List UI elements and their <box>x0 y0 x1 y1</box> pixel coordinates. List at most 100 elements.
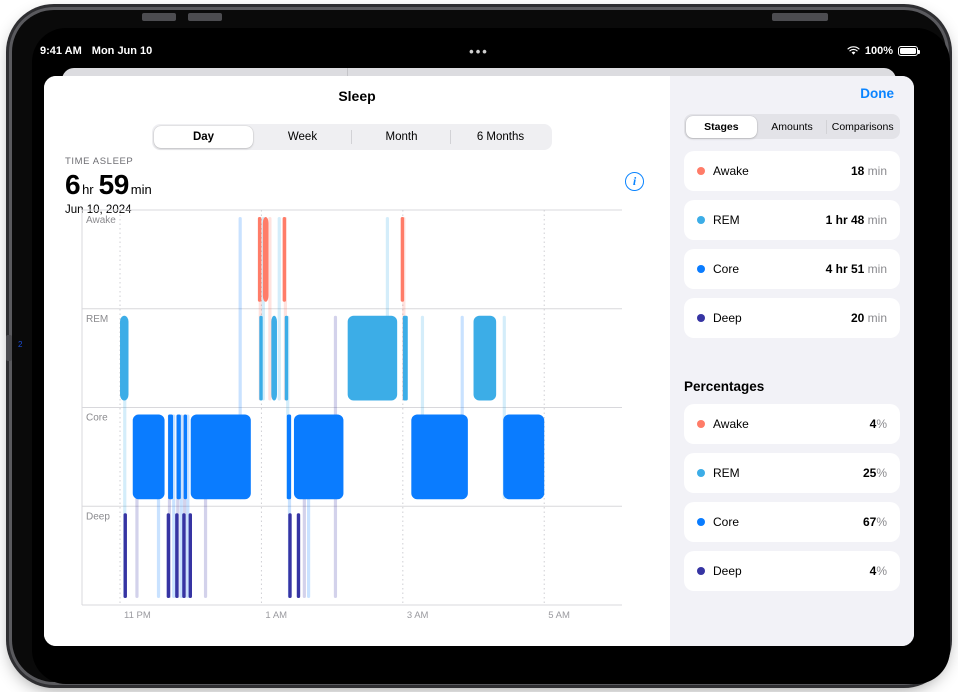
stage-card-label: REM <box>713 213 740 227</box>
view-segmented-control[interactable]: Stages Amounts Comparisons <box>684 114 900 139</box>
svg-text:5 AM: 5 AM <box>548 610 570 621</box>
sleep-segment-core <box>286 414 292 500</box>
sleep-segment-awake <box>282 217 287 302</box>
range-tab-day-label: Day <box>192 131 215 143</box>
percentage-card-value: 25% <box>862 466 887 480</box>
view-tab-comparisons[interactable]: Comparisons <box>827 116 898 138</box>
stage-card-core[interactable]: Core 4 hr 51 min <box>684 249 900 289</box>
stage-card-label: Core <box>713 262 740 276</box>
device-side-nub <box>6 335 12 361</box>
page-title: Sleep <box>338 88 376 104</box>
stage-card-label: Deep <box>713 311 742 325</box>
percentage-card-value: 4% <box>869 417 887 431</box>
percentage-card-label: Core <box>713 515 740 529</box>
percentage-card-awake[interactable]: Awake 4% <box>684 404 900 444</box>
range-tab-week-label: Week <box>287 131 318 143</box>
summary-minutes-unit: min <box>130 182 152 197</box>
home-indicator[interactable] <box>358 671 600 676</box>
sleep-stages-chart-svg: Awake REM Core Deep 11 PM 1 AM 3 AM 5 AM <box>81 209 622 621</box>
sleep-segment-deep <box>188 513 192 598</box>
stage-color-dot-icon <box>697 167 705 175</box>
view-tab-stages[interactable]: Stages <box>686 115 757 138</box>
view-tab-comparisons-label: Comparisons <box>831 120 894 133</box>
volume-up-button[interactable] <box>142 13 176 21</box>
done-button[interactable]: Done <box>860 86 894 101</box>
sleep-segment-awake <box>257 217 262 302</box>
status-bar: 9:41 AM Mon Jun 10 ••• 100% <box>40 40 920 62</box>
range-tab-month-label: Month <box>385 131 418 143</box>
sleep-segment-core <box>503 414 545 500</box>
sleep-segment-deep <box>123 513 127 598</box>
sleep-stages-chart[interactable]: Awake REM Core Deep 11 PM 1 AM 3 AM 5 AM <box>60 206 626 631</box>
sleep-segment-deep <box>288 513 292 598</box>
battery-percent-label: 100% <box>864 45 893 57</box>
wifi-icon <box>847 46 860 55</box>
sleep-segment-deep <box>296 513 301 598</box>
svg-text:Awake: Awake <box>86 215 116 226</box>
range-tab-month[interactable]: Month <box>352 126 451 148</box>
sleep-segment-rem <box>259 315 263 401</box>
view-tab-amounts[interactable]: Amounts <box>757 116 828 138</box>
sleep-segment-deep <box>175 513 179 598</box>
info-icon[interactable]: i <box>625 172 644 191</box>
percentage-card-deep[interactable]: Deep 4% <box>684 551 900 591</box>
svg-text:REM: REM <box>86 314 108 325</box>
sleep-segment-core <box>176 414 181 500</box>
summary-label: TIME ASLEEP <box>65 156 134 167</box>
svg-text:Deep: Deep <box>86 511 110 522</box>
sleep-segment-core <box>411 414 468 500</box>
range-tab-6months-label: 6 Months <box>476 131 525 143</box>
summary-hours: 6 <box>65 169 81 200</box>
sleep-segment-deep <box>182 513 186 598</box>
stage-card-value: 4 hr 51 min <box>825 262 887 276</box>
svg-text:Core: Core <box>86 413 108 424</box>
multitasking-dots-icon[interactable]: ••• <box>469 44 489 59</box>
percentage-card-label: REM <box>713 466 740 480</box>
volume-down-button[interactable] <box>188 13 222 21</box>
summary-minutes: 59 <box>98 169 130 200</box>
percentage-card-rem[interactable]: REM 25% <box>684 453 900 493</box>
sleep-segment-awake <box>262 217 269 302</box>
stage-card-label: Awake <box>713 164 749 178</box>
chart-gridlines <box>81 209 622 606</box>
sleep-segment-rem <box>284 315 289 401</box>
percentage-card-label: Deep <box>713 564 742 578</box>
stage-color-dot-icon <box>697 518 705 526</box>
stage-color-dot-icon <box>697 420 705 428</box>
sleep-segment-rem <box>402 315 408 401</box>
stage-color-dot-icon <box>697 314 705 322</box>
percentage-card-core[interactable]: Core 67% <box>684 502 900 542</box>
stage-card-value: 1 hr 48 min <box>825 213 887 227</box>
sleep-segment-core <box>183 414 188 500</box>
sleep-segment-awake <box>400 217 405 302</box>
status-bar-time: 9:41 AM <box>40 45 82 57</box>
range-tab-week[interactable]: Week <box>253 126 352 148</box>
range-tab-day[interactable]: Day <box>154 126 253 148</box>
sleep-detail-sheet: Sleep Day Week Month 6 Months TIME ASLEE… <box>44 76 914 646</box>
sleep-segment-core <box>293 414 344 500</box>
stage-card-deep[interactable]: Deep 20 min <box>684 298 900 338</box>
stage-color-dot-icon <box>697 567 705 575</box>
stage-card-awake[interactable]: Awake 18 min <box>684 151 900 191</box>
svg-text:3 AM: 3 AM <box>407 610 429 621</box>
stage-card-value: 18 min <box>850 164 887 178</box>
stage-color-dot-icon <box>697 216 705 224</box>
percentages-heading: Percentages <box>684 379 765 394</box>
power-button[interactable] <box>772 13 828 21</box>
sleep-segment-core <box>190 414 251 500</box>
status-bar-left: 9:41 AM Mon Jun 10 <box>40 45 152 57</box>
svg-text:11 PM: 11 PM <box>124 610 151 621</box>
summary-value: 6 hr 59 min <box>65 169 157 201</box>
view-tab-stages-label: Stages <box>704 120 739 133</box>
sleep-segment-core <box>132 414 165 500</box>
page-marker: 2 <box>18 340 23 349</box>
sleep-segment-core <box>168 414 174 500</box>
stage-card-rem[interactable]: REM 1 hr 48 min <box>684 200 900 240</box>
stage-card-value: 20 min <box>850 311 887 325</box>
range-tab-6months[interactable]: 6 Months <box>451 126 550 148</box>
stats-sidebar: Done Stages Amounts Comparisons Awake 18 … <box>670 76 914 646</box>
chart-x-axis-labels: 11 PM 1 AM 3 AM 5 AM <box>124 610 570 621</box>
sleep-segment-rem <box>473 315 497 401</box>
range-segmented-control[interactable]: Day Week Month 6 Months <box>152 124 552 150</box>
stage-color-dot-icon <box>697 469 705 477</box>
